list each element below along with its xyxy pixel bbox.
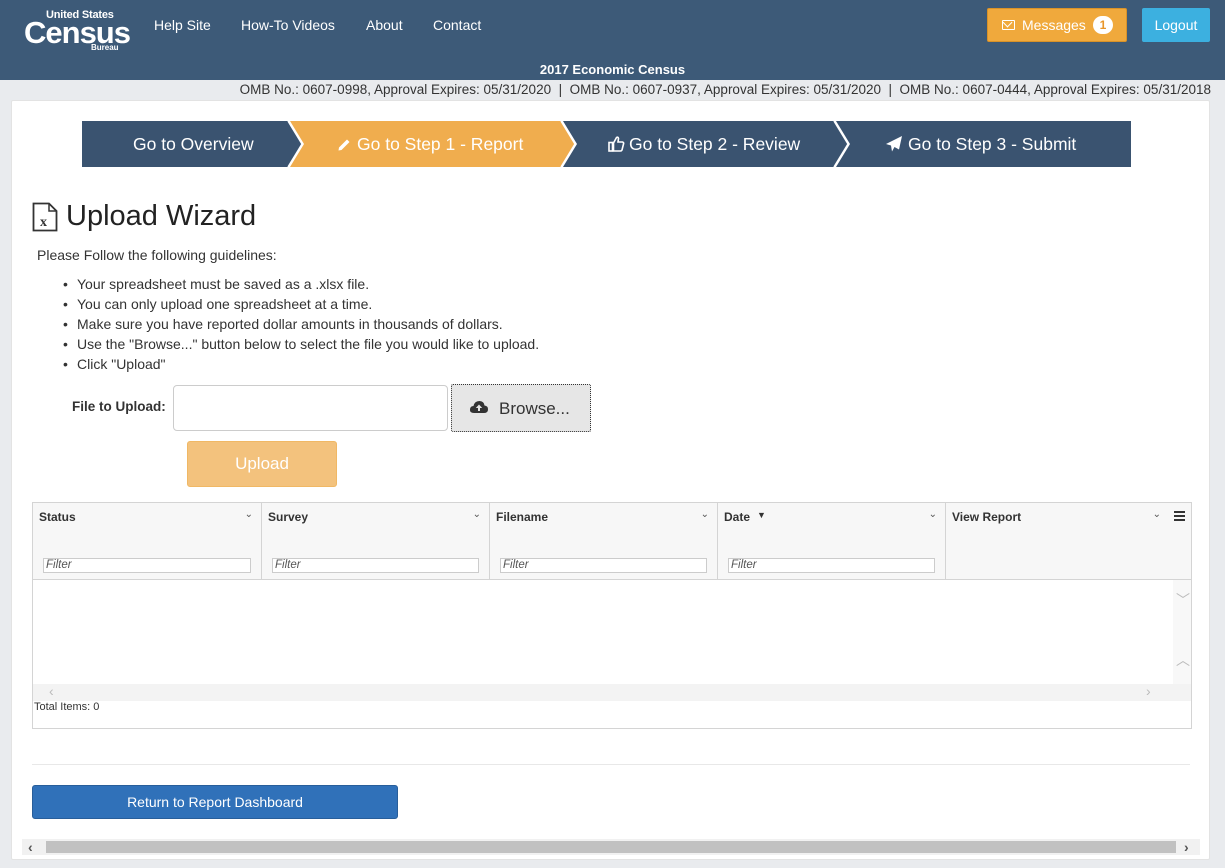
scroll-right-icon[interactable]: ›	[1146, 683, 1151, 699]
grid-menu-icon[interactable]	[1169, 503, 1191, 553]
guideline-item: Use the "Browse..." button below to sele…	[63, 336, 539, 356]
scroll-left-icon[interactable]: ‹	[28, 839, 33, 855]
grid-header: Status ⌄ Filter Survey ⌄ Filter Filename…	[33, 503, 1191, 580]
step-report-label[interactable]: Go to Step 1 - Report	[357, 134, 523, 155]
column-header-survey[interactable]: Survey	[268, 510, 308, 524]
omb-notice: OMB No.: 0607-0998, Approval Expires: 05…	[239, 82, 1211, 97]
chevron-down-icon[interactable]: ⌄	[929, 509, 937, 520]
grid-horizontal-scrollbar[interactable]: ‹ ›	[33, 683, 1191, 701]
column-filename[interactable]: Filename ⌄ Filter	[490, 503, 718, 580]
step-navigation: Go to Overview Go to Step 1 - Report Go …	[82, 121, 1131, 167]
grid-vertical-scrollbar[interactable]: ﹀ ︿	[1173, 580, 1191, 684]
section-divider	[32, 764, 1190, 765]
page-horizontal-scrollbar[interactable]: ‹ ›	[22, 839, 1200, 855]
scroll-down-icon[interactable]: ︿	[1176, 650, 1190, 670]
date-filter-input[interactable]: Filter	[728, 558, 935, 573]
guidelines-list: Your spreadsheet must be saved as a .xls…	[63, 276, 539, 376]
upload-button[interactable]: Upload	[187, 441, 337, 487]
step-overview-label[interactable]: Go to Overview	[133, 134, 254, 155]
step-submit-label[interactable]: Go to Step 3 - Submit	[908, 134, 1076, 155]
guideline-item: You can only upload one spreadsheet at a…	[63, 296, 539, 316]
thumbs-up-icon	[608, 136, 625, 152]
column-header-date[interactable]: Date	[724, 510, 750, 524]
filename-filter-input[interactable]: Filter	[500, 558, 707, 573]
chevron-down-icon[interactable]: ⌄	[245, 509, 253, 520]
status-filter-input[interactable]: Filter	[43, 558, 251, 573]
column-status[interactable]: Status ⌄ Filter	[33, 503, 262, 580]
top-header: United States Census Bureau Help Site Ho…	[0, 0, 1225, 80]
chevron-down-icon[interactable]: ⌄	[701, 509, 709, 520]
cloud-upload-icon	[469, 401, 489, 413]
column-header-status[interactable]: Status	[39, 510, 76, 524]
census-title: 2017 Economic Census	[539, 62, 686, 77]
guidelines-intro: Please Follow the following guidelines:	[37, 247, 277, 263]
logo-line-3: Bureau	[91, 43, 119, 52]
uploads-grid: Status ⌄ Filter Survey ⌄ Filter Filename…	[32, 502, 1192, 729]
file-path-input[interactable]	[173, 385, 448, 431]
page-title: Upload Wizard	[66, 200, 257, 232]
nav-contact[interactable]: Contact	[433, 17, 481, 33]
messages-count-badge: 1	[1093, 16, 1113, 34]
total-items-count: Total Items: 0	[34, 701, 100, 713]
guideline-item: Make sure you have reported dollar amoun…	[63, 316, 539, 336]
column-date[interactable]: Date ▼ ⌄ Filter	[718, 503, 946, 580]
file-to-upload-label: File to Upload:	[72, 399, 166, 414]
pencil-icon	[338, 139, 350, 151]
column-header-filename[interactable]: Filename	[496, 510, 548, 524]
column-header-view-report[interactable]: View Report	[952, 510, 1021, 524]
excel-file-icon: x	[32, 202, 58, 232]
browse-label: Browse...	[499, 399, 570, 418]
logout-button[interactable]: Logout	[1142, 8, 1210, 42]
step-review-label[interactable]: Go to Step 2 - Review	[629, 134, 800, 155]
svg-text:x: x	[40, 215, 47, 230]
nav-about[interactable]: About	[366, 17, 403, 33]
scrollbar-thumb[interactable]	[46, 841, 1176, 853]
column-view-report[interactable]: View Report ⌄	[946, 503, 1169, 580]
messages-button[interactable]: Messages 1	[987, 8, 1127, 42]
return-to-dashboard-button[interactable]: Return to Report Dashboard	[32, 785, 398, 819]
browse-button[interactable]: Browse...	[451, 384, 591, 432]
envelope-icon	[1002, 20, 1015, 30]
paper-plane-icon	[886, 136, 902, 152]
scroll-up-icon[interactable]: ﹀	[1176, 590, 1190, 610]
column-survey[interactable]: Survey ⌄ Filter	[262, 503, 490, 580]
guideline-item: Click "Upload"	[63, 356, 539, 376]
scroll-right-icon[interactable]: ›	[1184, 839, 1189, 855]
chevron-down-icon[interactable]: ⌄	[473, 509, 481, 520]
nav-help-site[interactable]: Help Site	[154, 17, 211, 33]
survey-filter-input[interactable]: Filter	[272, 558, 479, 573]
messages-label: Messages	[1022, 17, 1086, 33]
nav-how-to-videos[interactable]: How-To Videos	[241, 17, 335, 33]
sort-descending-icon: ▼	[757, 510, 766, 520]
scroll-left-icon[interactable]: ‹	[49, 683, 54, 699]
guideline-item: Your spreadsheet must be saved as a .xls…	[63, 276, 539, 296]
census-logo[interactable]: United States Census Bureau	[24, 8, 131, 52]
chevron-down-icon[interactable]: ⌄	[1153, 509, 1161, 520]
